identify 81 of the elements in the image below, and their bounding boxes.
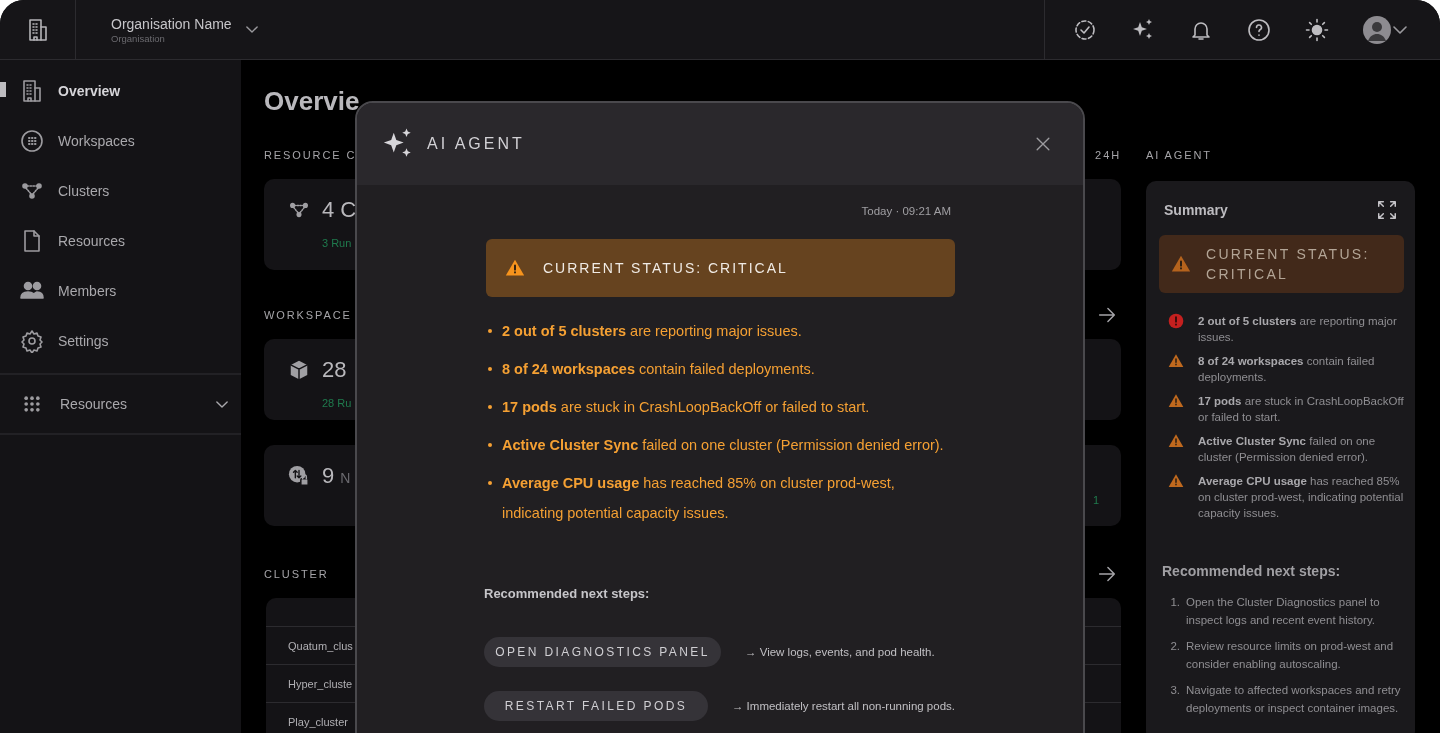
step-number: 2.: [1169, 639, 1180, 654]
stat-value: 4 C: [322, 197, 357, 223]
timestamp: Today · 09:21 AM: [860, 204, 952, 219]
section-heading: WORKSPACE: [264, 309, 352, 321]
stat-unit: N: [340, 470, 351, 486]
action-button[interactable]: RESTART FAILED PODS: [484, 691, 708, 721]
active-indicator: [0, 82, 6, 97]
sidebar-item[interactable]: Workspaces: [0, 116, 241, 166]
stat-status: 1: [1092, 494, 1099, 506]
stat-value: 28: [322, 357, 347, 383]
status-text: CURRENT STATUS: CRITICAL: [1206, 245, 1371, 284]
chevron-down-icon: [245, 26, 258, 33]
bullet-dot: [488, 329, 492, 333]
step-text: Review resource limits on prod-west and consider enabling autoscaling.: [1186, 639, 1395, 672]
stat-status: 28 Ru: [322, 397, 352, 409]
stat-value: 9: [322, 463, 335, 489]
finding-text: Average CPU usage has reached 85% on cluster prod-west, indicating potential capacity issues.: [502, 474, 896, 523]
apps-grid-icon: [22, 394, 42, 414]
expand-icon[interactable]: [1376, 199, 1398, 221]
sidebar-item[interactable]: Clusters: [0, 166, 241, 216]
status-text: CURRENT STATUS: CRITICAL: [543, 260, 788, 276]
action-description: → View logs, events, and pod health.: [745, 646, 935, 658]
bullet-dot: [488, 443, 492, 447]
bullet-dot: [488, 481, 492, 485]
finding-text: Active Cluster Sync failed on one cluster (Permission denied error).: [1198, 434, 1377, 465]
organisation-label: Organisation: [111, 32, 166, 44]
table-cell: Play_cluster: [288, 715, 348, 728]
action-button[interactable]: OPEN DIAGNOSTICS PANEL: [484, 637, 721, 667]
warning-icon: [1168, 473, 1184, 489]
group-label: Resources: [60, 396, 128, 412]
finding-text: Active Cluster Sync failed on one cluster (Permission denied error).: [502, 436, 944, 455]
warning-icon: [1168, 393, 1184, 409]
section-heading: RESOURCE C: [264, 149, 357, 161]
account-menu[interactable]: [1363, 15, 1407, 44]
sidebar-item[interactable]: Members: [0, 266, 241, 316]
sidebar-group[interactable]: Resources: [0, 375, 241, 435]
table-cell: Quatum_clus: [288, 639, 353, 652]
finding-text: 2 out of 5 clusters are reporting major issues.: [502, 322, 802, 341]
table-cell: Hyper_cluste: [288, 677, 353, 690]
finding-text: 8 of 24 workspaces contain failed deployments.: [1198, 354, 1376, 385]
network-lock-icon: [288, 465, 310, 487]
building-icon: [20, 79, 44, 103]
panel-title: Summary: [1164, 202, 1228, 218]
step-number: 3.: [1169, 683, 1180, 698]
chevron-down-icon: [1393, 25, 1407, 34]
dialog-title: AI AGENT: [427, 135, 526, 153]
finding-text: 2 out of 5 clusters are reporting major issues.: [1198, 314, 1398, 345]
warning-icon: [505, 258, 525, 278]
stat-status: 3 Run: [322, 237, 352, 249]
action-description: → Immediately restart all non-running pods.: [731, 700, 955, 712]
steps-heading: Recommended next steps:: [1161, 563, 1342, 579]
finding-text: 17 pods are stuck in CrashLoopBackOff or failed to start.: [502, 398, 870, 417]
sidebar-item[interactable]: Overview: [0, 66, 241, 116]
help-icon[interactable]: [1247, 17, 1271, 42]
avatar-icon: [1363, 15, 1391, 44]
bullet-dot: [488, 367, 492, 371]
warning-icon: [1168, 433, 1184, 449]
section-heading: CLUSTER: [264, 568, 329, 580]
step-text: Open the Cluster Diagnostics panel to inspect logs and recent event history.: [1186, 595, 1381, 628]
organisation-name: Organisation Name: [111, 15, 232, 32]
bullet-dot: [488, 405, 492, 409]
step-number: 1.: [1169, 595, 1180, 610]
sidebar-item[interactable]: Settings: [0, 316, 241, 366]
step-text: Navigate to affected workspaces and retry deployments or inspect container images.: [1186, 683, 1402, 716]
warning-icon: [1168, 353, 1184, 369]
section-heading: AI AGENT: [1146, 148, 1213, 162]
settings-icon: [20, 329, 44, 353]
grid-circle-icon: [20, 129, 44, 153]
steps-heading: Recommended next steps:: [484, 586, 651, 601]
page-title: Overvie: [264, 85, 361, 118]
warning-icon: [1171, 254, 1191, 274]
finding-text: 8 of 24 workspaces contain failed deployments.: [502, 360, 815, 379]
sidebar-item[interactable]: Resources: [0, 216, 241, 266]
organisation-switcher[interactable]: Organisation Name Organisation: [76, 0, 258, 59]
cube-icon: [288, 359, 310, 381]
section-heading: 24H: [1095, 149, 1121, 161]
sun-icon[interactable]: [1305, 17, 1329, 42]
task-check-icon[interactable]: [1073, 17, 1097, 42]
finding-text: 17 pods are stuck in CrashLoopBackOff or failed to start.: [1198, 394, 1404, 425]
finding-text: Average CPU usage has reached 85% on cluster prod-west, indicating potential capacity issues.: [1198, 474, 1404, 521]
error-icon: [1168, 313, 1184, 329]
